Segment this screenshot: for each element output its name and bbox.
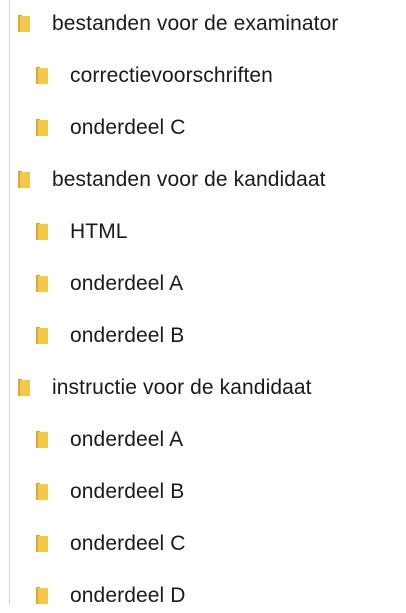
folder-icon [34,326,54,346]
folder-icon [34,66,54,86]
tree-item-onderdeel-b[interactable]: onderdeel B [34,475,184,509]
folder-icon [16,378,36,398]
tree-item-bestanden-voor-de-examinator[interactable]: bestanden voor de examinator [16,7,338,41]
tree-item-onderdeel-c[interactable]: onderdeel C [34,111,186,145]
tree-item-label: bestanden voor de kandidaat [52,168,326,191]
tree-item-label: instructie voor de kandidaat [52,376,312,399]
folder-icon [34,118,54,138]
tree-item-bestanden-voor-de-kandidaat[interactable]: bestanden voor de kandidaat [16,163,326,197]
folder-icon [16,14,36,34]
tree-item-onderdeel-a[interactable]: onderdeel A [34,423,183,457]
tree-left-border [9,0,10,605]
tree-item-instructie-voor-de-kandidaat[interactable]: instructie voor de kandidaat [16,371,312,405]
folder-icon [34,430,54,450]
tree-item-label: onderdeel B [70,324,185,347]
folder-icon [34,274,54,294]
folder-icon [34,482,54,502]
tree-item-onderdeel-d[interactable]: onderdeel D [34,579,186,613]
tree-item-label: onderdeel C [70,116,186,139]
tree-item-label: onderdeel C [70,532,186,555]
folder-icon [34,534,54,554]
tree-item-correctievoorschriften[interactable]: correctievoorschriften [34,59,273,93]
tree-item-label: bestanden voor de examinator [52,12,339,35]
tree-item-onderdeel-c[interactable]: onderdeel C [34,527,186,561]
folder-icon [34,586,54,606]
tree-item-label: onderdeel A [70,272,184,295]
tree-item-onderdeel-b[interactable]: onderdeel B [34,319,184,353]
tree-item-onderdeel-a[interactable]: onderdeel A [34,267,183,301]
tree-item-label: onderdeel D [70,584,186,607]
tree-item-html[interactable]: HTML [34,215,128,249]
tree-item-label: correctievoorschriften [70,64,273,87]
folder-icon [34,222,54,242]
folder-icon [16,170,36,190]
tree-item-label: HTML [70,220,128,243]
tree-item-label: onderdeel A [70,428,184,451]
tree-item-label: onderdeel B [70,480,185,503]
